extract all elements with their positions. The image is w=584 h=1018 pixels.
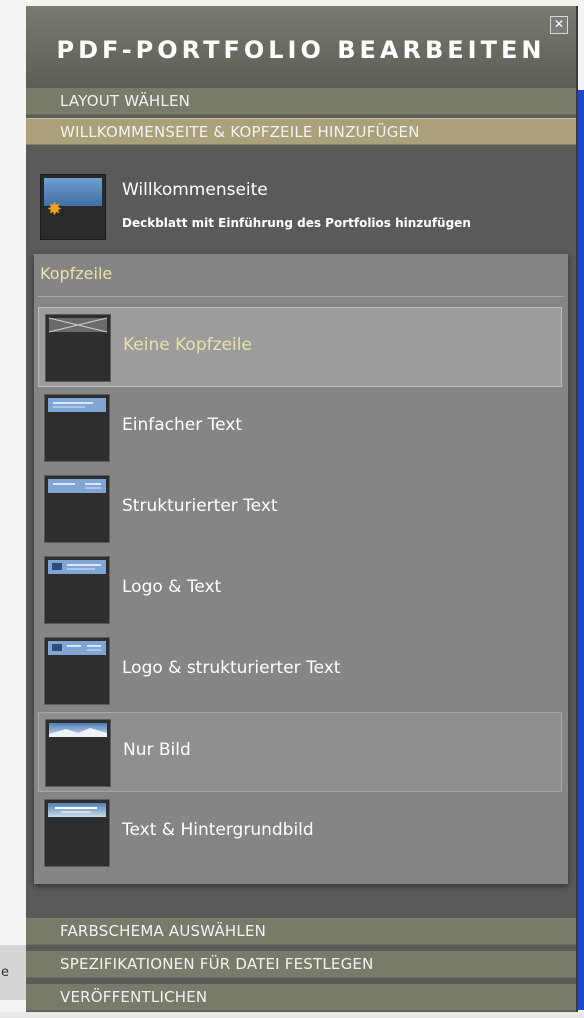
header-options-title: Kopfzeile [40,264,113,283]
header-option-label: Logo & strukturierter Text [122,658,341,678]
panel-header: PDF-PORTFOLIO BEARBEITEN ✕ [26,6,576,88]
header-option-label: Nur Bild [123,740,191,760]
header-option-label: Text & Hintergrundbild [122,820,314,840]
edit-portfolio-panel: PDF-PORTFOLIO BEARBEITEN ✕ LAYOUT WÄHLEN… [26,6,576,1016]
image-only-icon [45,719,111,787]
header-options-panel: Kopfzeile Keine Kopfzeile Einfacher Text… [34,254,568,884]
header-option-simple-text[interactable]: Einfacher Text [38,388,562,468]
header-option-text-background-image[interactable]: Text & Hintergrundbild [38,793,562,873]
close-icon[interactable]: ✕ [550,16,568,34]
header-option-none[interactable]: Keine Kopfzeile [38,307,562,387]
text-background-image-icon [44,799,110,867]
no-header-icon [45,314,111,382]
welcome-title: Willkommenseite [122,180,268,200]
logo-text-icon [44,556,110,624]
welcome-subtitle: Deckblatt mit Einführung des Portfolios … [122,216,471,230]
header-option-logo-text[interactable]: Logo & Text [38,550,562,630]
header-option-label: Strukturierter Text [122,496,278,516]
section-welcome-header[interactable]: WILLKOMMENSEITE & KOPFZEILE HINZUFÜGEN [26,118,576,145]
section-layout[interactable]: LAYOUT WÄHLEN [26,88,576,115]
background-fragment-text: e [1,965,9,980]
background-window-edge [577,90,584,1010]
panel-title: PDF-PORTFOLIO BEARBEITEN [56,36,546,64]
background-fragment: e [0,945,26,1000]
welcome-page-option[interactable]: ✸ Willkommenseite Deckblatt mit Einführu… [26,156,576,256]
header-option-label: Logo & Text [122,577,222,597]
header-option-label: Einfacher Text [122,415,242,435]
header-option-label: Keine Kopfzeile [123,335,252,355]
header-option-logo-structured-text[interactable]: Logo & strukturierter Text [38,631,562,711]
background-bottom [0,1012,584,1018]
section-color-scheme[interactable]: FARBSCHEMA AUSWÄHLEN [26,918,576,945]
structured-text-icon [44,475,110,543]
divider [38,296,564,297]
welcome-page-icon: ✸ [40,174,106,240]
star-icon: ✸ [47,199,63,220]
simple-text-icon [44,394,110,462]
header-option-structured-text[interactable]: Strukturierter Text [38,469,562,549]
section-file-specs[interactable]: SPEZIFIKATIONEN FÜR DATEI FESTLEGEN [26,951,576,978]
section-publish[interactable]: VERÖFFENTLICHEN [26,984,576,1011]
logo-structured-text-icon [44,637,110,705]
header-option-image-only[interactable]: Nur Bild [38,712,562,792]
